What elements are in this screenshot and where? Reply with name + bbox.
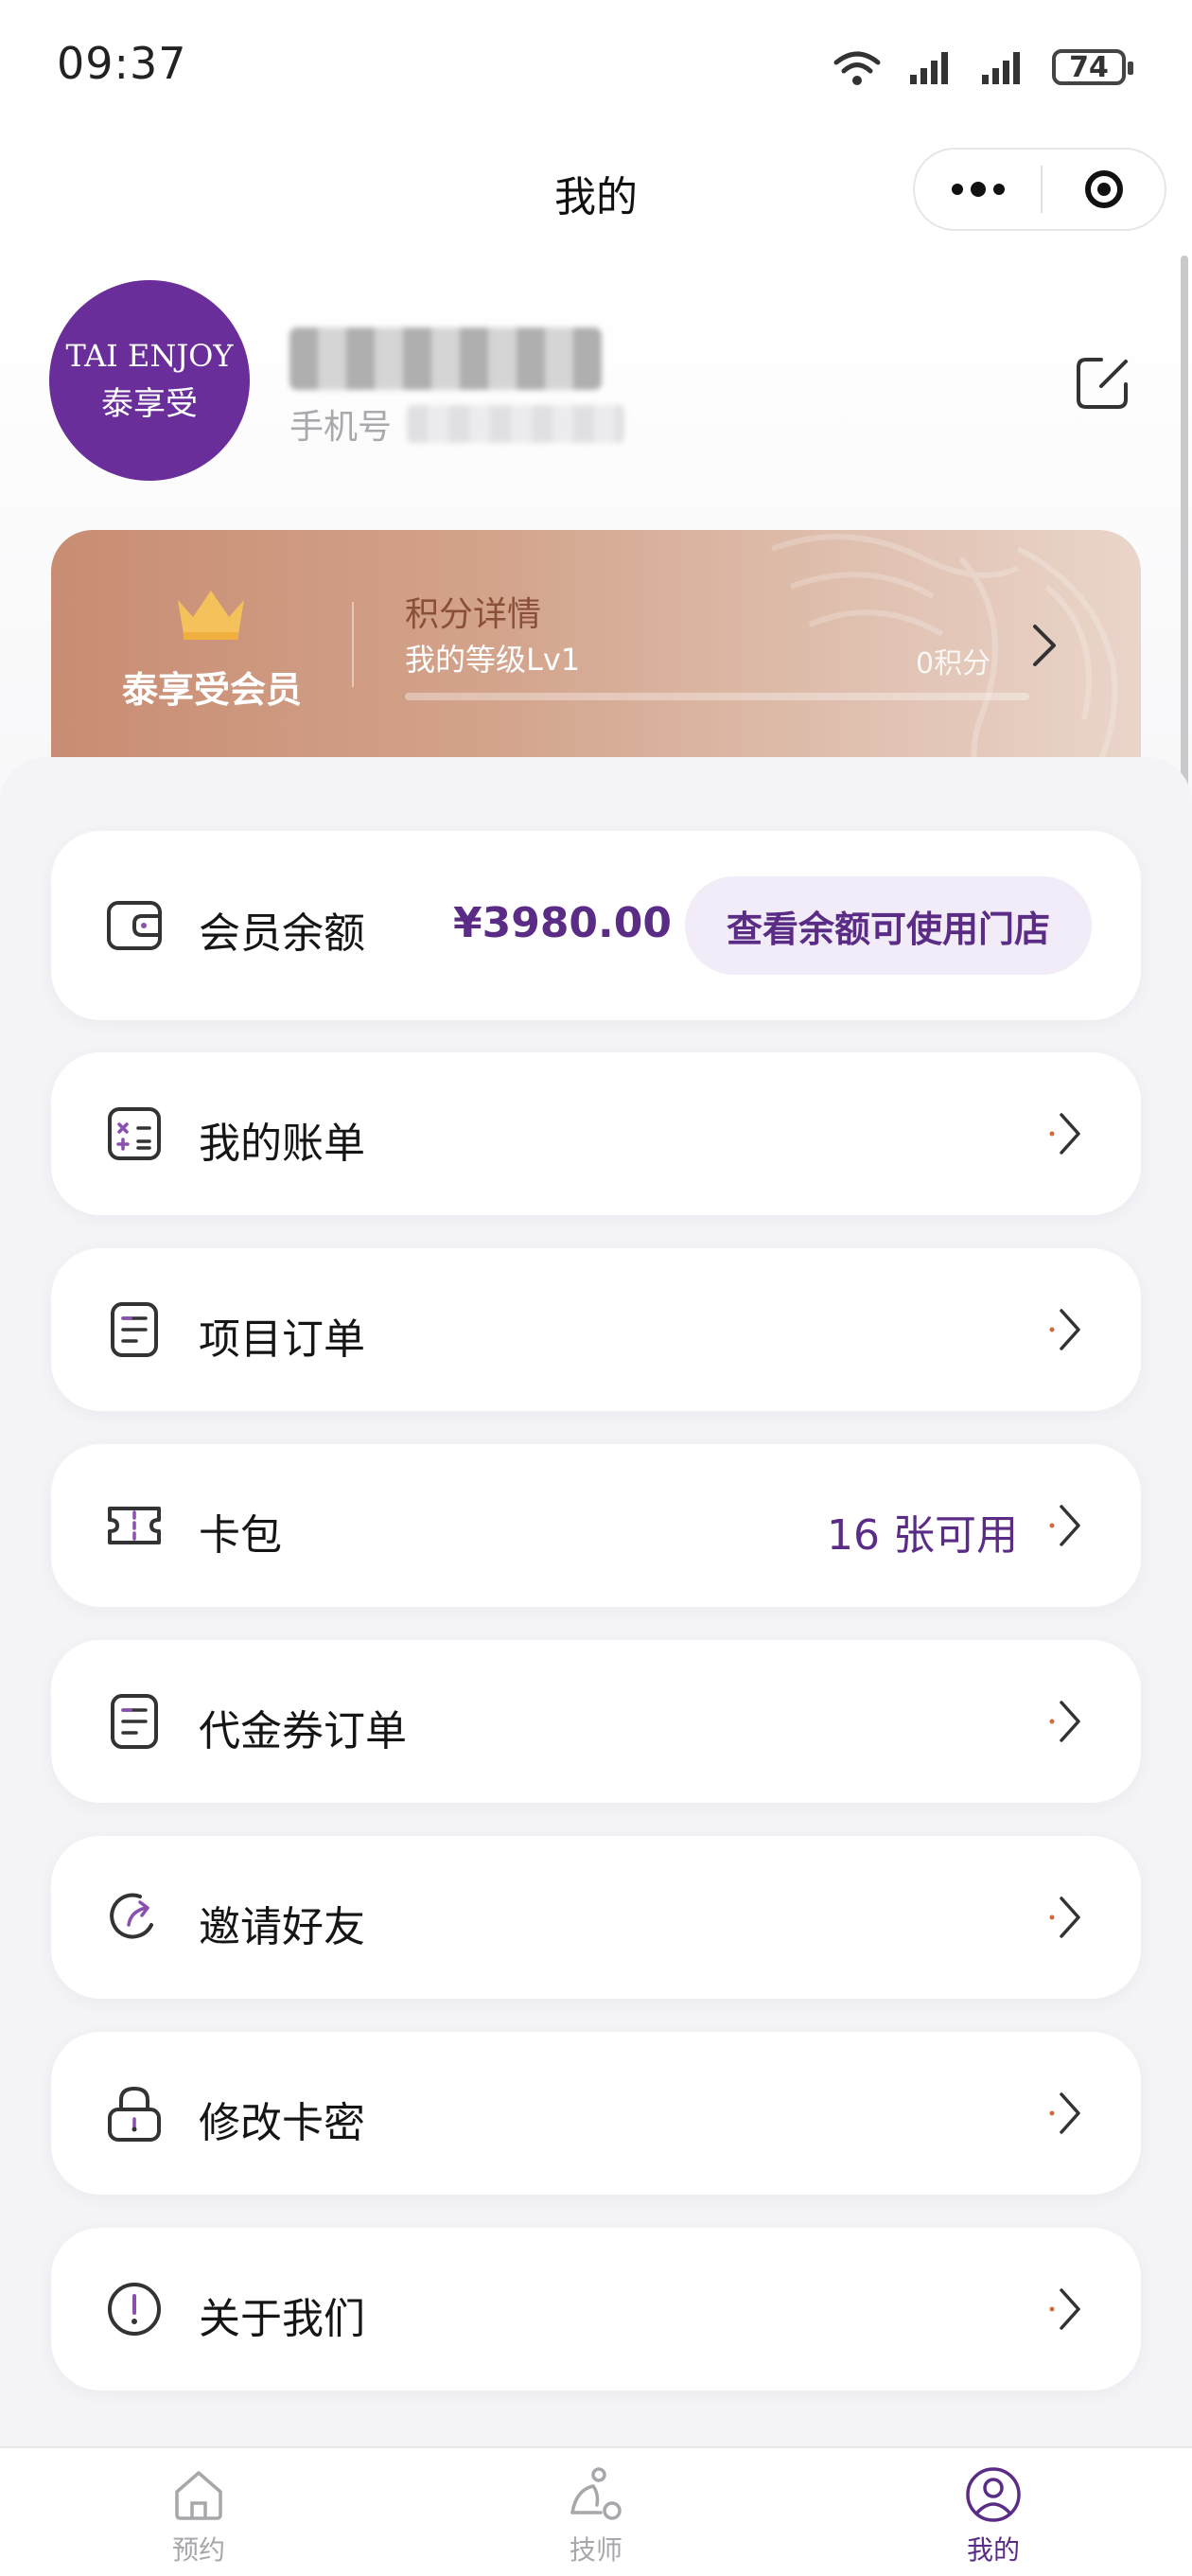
menu-item-change-password[interactable]: 修改卡密 (51, 2032, 1141, 2195)
lock-icon (108, 2086, 161, 2142)
balance-label: 会员余额 (199, 909, 365, 958)
menu-item-label: 邀请好友 (199, 1903, 365, 1951)
chevron-right-icon (1049, 1113, 1080, 1155)
menu-item-card-wallet[interactable]: 卡包 16 张可用 (51, 1444, 1141, 1607)
chevron-right-icon (1049, 2288, 1080, 2330)
share-icon (110, 1893, 153, 1939)
target-icon (1084, 170, 1123, 208)
tab-label: 技师 (569, 2534, 622, 2566)
menu-item-label: 我的账单 (199, 1120, 365, 1168)
available-cards-count: 16 张可用 (827, 1511, 1018, 1560)
crown-icon (178, 591, 244, 640)
menu-item-about-us[interactable]: 关于我们 (51, 2228, 1141, 2391)
signal-icon (910, 52, 948, 84)
tab-label: 我的 (966, 2534, 1020, 2566)
points-balance: 0积分 (916, 647, 991, 680)
card-divider (352, 602, 354, 687)
user-name-redacted (289, 327, 602, 390)
wallet-icon (107, 901, 162, 950)
level-progress-bar (405, 693, 1029, 700)
menu-item-invite-friends[interactable]: 邀请好友 (51, 1836, 1141, 1999)
battery-indicator: 74 (1052, 49, 1133, 85)
status-icons: 74 (831, 44, 1133, 91)
menu-item-label: 代金券订单 (199, 1707, 407, 1756)
phone-label: 手机号 (289, 408, 393, 447)
points-detail-link[interactable]: 积分详情 (405, 587, 541, 636)
menu-item-label: 关于我们 (199, 2295, 365, 2343)
balance-card: 会员余额 ¥3980.00 查看余额可使用门店 (51, 831, 1141, 1020)
tab-mine[interactable]: 我的 (918, 2465, 1069, 2567)
member-level-title: 泰享受会员 (121, 669, 302, 711)
phone-row: 手机号 (289, 403, 625, 447)
user-icon (966, 2467, 1021, 2522)
wifi-icon (833, 51, 881, 85)
home-icon (175, 2471, 222, 2520)
menu-item-bills[interactable]: 我的账单 (51, 1052, 1141, 1215)
chevron-right-icon (1033, 625, 1056, 666)
technician-icon (570, 2467, 622, 2520)
chevron-right-icon (1049, 1505, 1080, 1546)
view-balance-stores-button[interactable]: 查看余额可使用门店 (685, 876, 1092, 975)
status-bar: 09:37 74 (0, 0, 1192, 132)
signal-icon (982, 52, 1020, 84)
info-icon (108, 2283, 161, 2336)
calculator-icon (108, 1107, 161, 1160)
status-time: 09:37 (57, 38, 187, 89)
tab-label: 预约 (171, 2534, 225, 2566)
menu-item-voucher-orders[interactable]: 代金券订单 (51, 1640, 1141, 1803)
balance-amount: ¥3980.00 (452, 899, 672, 947)
chevron-right-icon (1049, 1309, 1080, 1350)
tab-booking[interactable]: 预约 (123, 2465, 274, 2567)
menu-item-label: 修改卡密 (199, 2099, 365, 2147)
avatar-brand-text: TAI ENJOY (65, 337, 234, 374)
mini-program-capsule (913, 148, 1166, 231)
bottom-tab-bar: 预约 技师 我的 (0, 2446, 1192, 2576)
menu-item-label: 卡包 (199, 1511, 282, 1560)
document-icon (111, 1694, 158, 1749)
chevron-right-icon (1049, 1897, 1080, 1938)
close-program-button[interactable] (1043, 170, 1165, 208)
chevron-right-icon (1049, 1701, 1080, 1742)
ticket-icon (108, 1507, 161, 1544)
menu-item-project-orders[interactable]: 项目订单 (51, 1248, 1141, 1411)
phone-number-redacted (407, 405, 625, 443)
edit-profile-icon[interactable] (1073, 352, 1133, 413)
member-level-text: 我的等级Lv1 (405, 642, 581, 678)
chevron-right-icon (1049, 2092, 1080, 2134)
avatar-brand-cn-text: 泰享受 (101, 384, 198, 423)
avatar[interactable]: TAI ENJOY 泰享受 (49, 280, 250, 481)
tab-technician[interactable]: 技师 (520, 2465, 672, 2567)
menu-item-label: 项目订单 (199, 1315, 365, 1364)
document-icon (111, 1302, 158, 1357)
more-options-button[interactable] (915, 150, 1041, 229)
